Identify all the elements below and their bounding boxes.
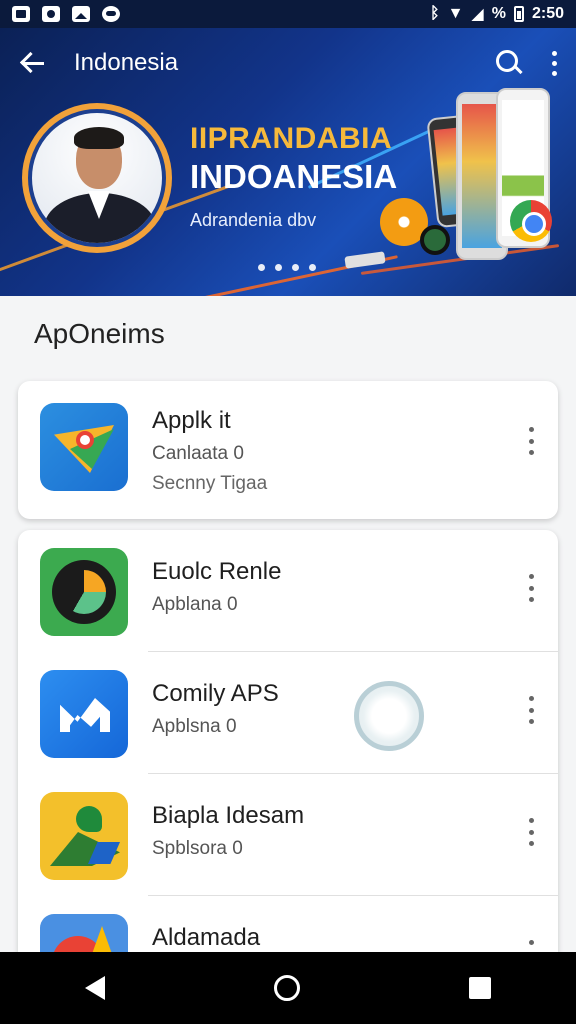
app-subtitle: Canlaata 0	[152, 443, 244, 464]
app-name: Biapla Idesam	[152, 802, 305, 829]
bluetooth-icon: ᛒ	[429, 5, 440, 22]
back-arrow-icon[interactable]	[16, 45, 52, 81]
m-app-icon	[40, 670, 128, 758]
hero-subtitle: Adrandenia dbv	[190, 210, 317, 230]
app-detail: Secnny Tigaa	[152, 473, 268, 494]
overflow-menu-icon[interactable]	[548, 48, 560, 78]
hero-country: INDOANESIA	[190, 158, 398, 195]
nav-recents-icon[interactable]	[469, 977, 492, 999]
item-menu-icon[interactable]	[526, 574, 536, 602]
hero-brand: IIPRANDABIA	[190, 122, 393, 155]
carousel-dot[interactable]	[258, 264, 265, 271]
hero-text: IIPRANDABIA INDOANESIA Adrandenia dbv	[190, 122, 397, 231]
drive-app-icon	[40, 792, 128, 880]
nav-back-icon[interactable]	[84, 976, 105, 1000]
wifi-icon: ▼	[447, 5, 464, 22]
carousel-dot[interactable]	[292, 264, 299, 271]
presenter-portrait	[22, 103, 172, 253]
item-menu-icon[interactable]	[526, 818, 536, 846]
carousel-indicator[interactable]	[258, 264, 316, 271]
app-name: Euolc Renle	[152, 558, 282, 585]
section-title: ApOneims	[34, 318, 165, 349]
carousel-dot[interactable]	[275, 264, 282, 271]
list-item[interactable]: Biapla Idesam Spblsora 0	[18, 774, 558, 896]
app-subtitle: Apblana 0	[152, 594, 238, 615]
app-bar: Indonesia	[0, 28, 576, 98]
battery-icon	[513, 6, 524, 22]
clock: 2:50	[531, 5, 564, 22]
nav-home-icon[interactable]	[273, 975, 300, 1001]
notification-photo-icon	[12, 6, 30, 22]
app-name: Comily APS	[152, 680, 279, 707]
notification-camera-icon	[42, 6, 60, 22]
notification-image-icon	[72, 6, 90, 22]
list-item[interactable]: Comily APS Apblsna 0	[18, 652, 558, 774]
search-icon[interactable]	[492, 46, 526, 80]
signal-percent: %	[491, 5, 506, 22]
app-subtitle: Spblsora 0	[152, 838, 243, 859]
notification-icons	[12, 6, 120, 22]
system-navigation-bar	[0, 952, 576, 1024]
portrait-photo	[28, 109, 166, 247]
app-subtitle: Apblsna 0	[152, 716, 237, 737]
list-item[interactable]: Applk it Canlaata 0 Secnny Tigaa	[18, 381, 558, 519]
item-menu-icon[interactable]	[526, 696, 536, 724]
app-list-card: Euolc Renle Apblana 0 Comily APS Apblsna…	[18, 530, 558, 970]
system-icons: ᛒ ▼ ◢ % 2:50	[430, 4, 564, 24]
list-item[interactable]: Euolc Renle Apblana 0	[18, 530, 558, 652]
status-bar: ᛒ ▼ ◢ % 2:50	[0, 0, 576, 28]
notification-chat-icon	[102, 6, 120, 22]
clock-app-icon	[40, 548, 128, 636]
touch-indicator	[354, 681, 424, 751]
app-name: Applk it	[152, 407, 231, 434]
gadget-graphic	[420, 225, 450, 255]
page-title: Indonesia	[74, 49, 179, 76]
carousel-dot[interactable]	[309, 264, 316, 271]
item-menu-icon[interactable]	[526, 427, 536, 455]
browser-logo-icon	[510, 200, 552, 242]
maps-icon	[40, 403, 128, 491]
app-name: Aldamada	[152, 924, 261, 951]
featured-app-card[interactable]: Applk it Canlaata 0 Secnny Tigaa	[18, 381, 558, 519]
signal-icon: ◢	[471, 6, 484, 23]
